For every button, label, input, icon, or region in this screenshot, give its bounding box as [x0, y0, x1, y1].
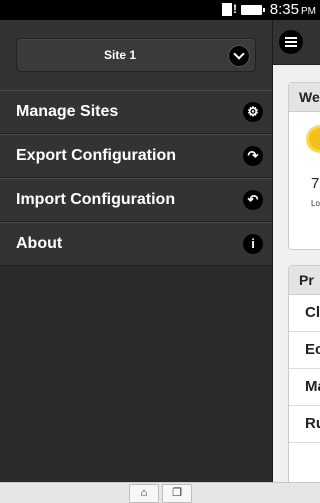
recent-apps-icon: ❐	[172, 487, 182, 499]
side-menu: Site 1 Manage Sites ⚙ Export Configurati…	[0, 20, 273, 482]
menu-item-manage-sites[interactable]: Manage Sites ⚙	[0, 90, 272, 134]
info-icon: i	[243, 234, 263, 254]
chevron-down-icon	[228, 45, 250, 67]
weather-low-label: Lo	[311, 199, 320, 208]
sim-warning-icon	[222, 2, 237, 16]
menu-item-export-configuration[interactable]: Export Configuration ↷	[0, 134, 272, 178]
menu-item-about[interactable]: About i	[0, 222, 272, 266]
redo-arrow-icon: ↷	[243, 146, 263, 166]
status-clock: 8:35 PM	[269, 1, 316, 18]
weather-temperature: 7	[311, 175, 320, 192]
system-nav-bar: ⌂ ❐	[0, 482, 320, 503]
gear-icon: ⚙	[243, 102, 263, 122]
main-content: We 7 Lo Pr Cl Ec Ma Ru	[273, 20, 320, 482]
list-item[interactable]: Ma	[289, 369, 320, 406]
weather-panel: We 7 Lo	[288, 82, 320, 250]
menu-item-label: Import Configuration	[16, 191, 176, 208]
undo-arrow-icon: ↶	[243, 190, 263, 210]
battery-icon	[241, 5, 265, 15]
status-bar: 8:35PM	[0, 0, 320, 20]
list-item[interactable]: Cl	[289, 295, 320, 332]
programs-panel-title: Pr	[289, 266, 320, 295]
recent-apps-button[interactable]: ❐	[162, 484, 192, 503]
menu-item-import-configuration[interactable]: Import Configuration ↶	[0, 178, 272, 222]
list-item[interactable]: Ec	[289, 332, 320, 369]
programs-panel: Pr Cl Ec Ma Ru	[288, 265, 320, 482]
weather-panel-title: We	[289, 83, 320, 112]
site-selector-value: Site 1	[103, 48, 136, 62]
menu-item-label: Manage Sites	[16, 103, 119, 120]
content-header	[273, 20, 320, 65]
menu-item-label: About	[16, 235, 63, 252]
home-button[interactable]: ⌂	[129, 484, 159, 503]
home-icon: ⌂	[140, 487, 148, 499]
list-item[interactable]: Ru	[289, 406, 320, 443]
menu-list: Manage Sites ⚙ Export Configuration ↷ Im…	[0, 90, 272, 266]
hamburger-menu-icon[interactable]	[279, 30, 303, 54]
site-selector-dropdown[interactable]: Site 1	[16, 38, 256, 72]
menu-item-label: Export Configuration	[16, 147, 176, 164]
site-selector-header: Site 1	[0, 20, 272, 91]
sun-icon	[309, 128, 320, 150]
